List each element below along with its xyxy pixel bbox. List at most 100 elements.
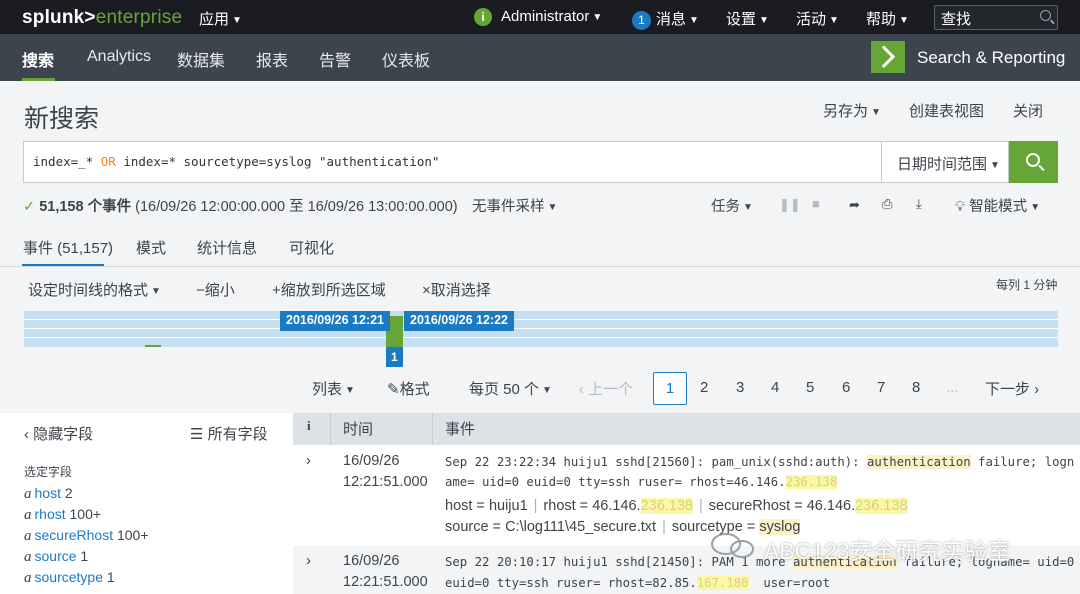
messages-menu[interactable]: 1 消息 ▼ bbox=[632, 8, 699, 30]
page-5[interactable]: 5 bbox=[806, 379, 814, 396]
expand-row-icon[interactable]: › bbox=[306, 552, 311, 569]
securerhost-value[interactable]: 46.146.236.138 bbox=[807, 498, 908, 514]
settings-menu[interactable]: 设置 ▼ bbox=[726, 8, 769, 29]
top-bar: splunk>enterprise 应用 ▼ i Administrator ▼ 1消… bbox=[0, 0, 1080, 34]
find-input[interactable]: 查找 bbox=[934, 5, 1058, 30]
event-raw-line: ame= uid=0 euid=0 tty=ssh ruser= rhost=4… bbox=[445, 475, 838, 489]
host-value[interactable]: huiju1 bbox=[489, 498, 528, 514]
create-table-view-button[interactable]: 创建表视图 bbox=[909, 100, 984, 121]
help-menu[interactable]: 帮助 ▼ bbox=[866, 8, 909, 29]
nav-reports[interactable]: 报表 bbox=[256, 47, 288, 71]
stop-icon[interactable]: ■ bbox=[812, 196, 820, 211]
caret-down-icon: ▼ bbox=[871, 107, 881, 118]
deselect-button[interactable]: ×取消选择 bbox=[422, 279, 491, 300]
page-7[interactable]: 7 bbox=[877, 379, 885, 396]
save-as-menu[interactable]: 另存为 ▼ bbox=[823, 100, 881, 121]
search-mode-menu[interactable]: 💡︎ 智能模式 ▼ bbox=[955, 195, 1040, 216]
print-icon[interactable]: ⎙ bbox=[882, 196, 892, 212]
timeline-chart[interactable] bbox=[24, 311, 1058, 347]
caret-down-icon: ▼ bbox=[232, 15, 242, 26]
health-status-icon: i bbox=[474, 8, 492, 26]
page-8[interactable]: 8 bbox=[912, 379, 920, 396]
timeline-end-tooltip: 2016/09/26 12:22 bbox=[404, 311, 515, 331]
nav-alerts[interactable]: 告警 bbox=[319, 47, 351, 71]
column-divider bbox=[432, 413, 433, 445]
list-view-menu[interactable]: 列表 ▼ bbox=[312, 378, 355, 399]
page-6[interactable]: 6 bbox=[842, 379, 850, 396]
tab-events[interactable]: 事件 (51,157) bbox=[23, 237, 113, 258]
splunk-logo[interactable]: splunk>enterprise bbox=[22, 7, 182, 29]
caret-down-icon: ▼ bbox=[547, 202, 558, 213]
nav-dashboards[interactable]: 仪表板 bbox=[382, 47, 430, 71]
search-query-text: index=_* OR index=* sourcetype=syslog "a… bbox=[33, 154, 440, 169]
event-time: 12:21:51.000 bbox=[343, 574, 428, 590]
caret-down-icon: ▼ bbox=[829, 15, 839, 26]
format-menu[interactable]: ✎格式 bbox=[387, 378, 430, 399]
field-securerhost[interactable]: a secureRhost 100+ bbox=[24, 527, 149, 545]
pause-icon[interactable]: ❚❚ bbox=[779, 197, 801, 213]
watermark-text: ABC123安全研究实验室 bbox=[764, 538, 1011, 564]
page-1[interactable]: 1 bbox=[653, 372, 687, 405]
apps-menu[interactable]: 应用 ▼ bbox=[199, 8, 242, 29]
caret-down-icon: ▼ bbox=[151, 286, 161, 297]
expand-row-icon[interactable]: › bbox=[306, 452, 311, 469]
zoom-to-selection-button[interactable]: +缩放到所选区域 bbox=[272, 279, 386, 300]
tab-statistics[interactable]: 统计信息 bbox=[197, 237, 257, 258]
per-page-menu[interactable]: 每页 50 个 ▼ bbox=[469, 378, 552, 399]
list-icon: ☰ bbox=[190, 426, 208, 443]
lightbulb-icon: 💡︎ bbox=[955, 199, 966, 215]
page-3[interactable]: 3 bbox=[736, 379, 744, 396]
zoom-out-button[interactable]: −缩小 bbox=[196, 279, 235, 300]
field-source[interactable]: a source 1 bbox=[24, 548, 88, 566]
all-fields-button[interactable]: ☰ 所有字段 bbox=[190, 423, 268, 444]
string-type-icon: a bbox=[24, 507, 32, 523]
activity-menu[interactable]: 活动 ▼ bbox=[796, 8, 839, 29]
user-menu[interactable]: i Administrator ▼ bbox=[474, 8, 602, 26]
plus-icon: + bbox=[272, 282, 281, 299]
source-value[interactable]: C:\log111\45_secure.txt bbox=[505, 519, 656, 535]
nav-analytics[interactable]: Analytics bbox=[87, 48, 151, 66]
nav-datasets[interactable]: 数据集 bbox=[177, 47, 225, 71]
share-icon[interactable]: ➦ bbox=[849, 197, 860, 213]
job-menu[interactable]: 任务 ▼ bbox=[711, 195, 753, 216]
event-raw-line: Sep 22 23:22:34 huiju1 sshd[21560]: pam_… bbox=[445, 455, 1075, 469]
column-divider bbox=[330, 413, 331, 445]
caret-down-icon: ▼ bbox=[542, 385, 552, 396]
pager-ellipsis: ... bbox=[946, 379, 959, 396]
page-2[interactable]: 2 bbox=[700, 379, 708, 396]
rhost-value[interactable]: 46.146.236.138 bbox=[592, 498, 693, 514]
chevron-left-icon: ‹ bbox=[24, 426, 34, 443]
search-icon bbox=[1040, 10, 1051, 21]
field-sourcetype[interactable]: a sourcetype 1 bbox=[24, 569, 115, 587]
export-icon[interactable]: ⤓ bbox=[916, 196, 922, 212]
next-page-button[interactable]: 下一步 › bbox=[985, 378, 1039, 399]
nav-search[interactable]: 搜索 bbox=[22, 47, 54, 71]
search-query-input[interactable]: index=_* OR index=* sourcetype=syslog "a… bbox=[23, 141, 1009, 183]
prev-page-button[interactable]: ‹ 上一个 bbox=[579, 378, 633, 399]
hide-fields-button[interactable]: ‹ 隐藏字段 bbox=[24, 423, 93, 444]
string-type-icon: a bbox=[24, 549, 32, 565]
event-time: 12:21:51.000 bbox=[343, 474, 428, 490]
close-icon: × bbox=[422, 282, 431, 299]
field-rhost[interactable]: a rhost 100+ bbox=[24, 506, 101, 524]
column-time-header[interactable]: 时间 bbox=[343, 418, 373, 439]
timeline-format-menu[interactable]: 设定时间线的格式 ▼ bbox=[28, 279, 161, 300]
search-button[interactable] bbox=[1009, 141, 1058, 183]
chevron-left-icon: ‹ bbox=[579, 381, 589, 398]
messages-count-badge: 1 bbox=[632, 11, 651, 30]
string-type-icon: a bbox=[24, 570, 32, 586]
app-name[interactable]: Search & Reporting bbox=[917, 48, 1065, 68]
wechat-logo-icon bbox=[711, 533, 754, 558]
sampling-menu[interactable]: 无事件采样 ▼ bbox=[472, 195, 557, 216]
tab-visualization[interactable]: 可视化 bbox=[289, 237, 334, 258]
page-4[interactable]: 4 bbox=[771, 379, 779, 396]
app-chevron-icon[interactable] bbox=[871, 41, 905, 73]
close-button[interactable]: 关闭 bbox=[1013, 100, 1043, 121]
selected-fields-caption: 选定字段 bbox=[24, 465, 73, 479]
time-range-picker[interactable]: 日期时间范围 ▼ bbox=[881, 141, 1009, 183]
field-host[interactable]: a host 2 bbox=[24, 485, 73, 503]
string-type-icon: a bbox=[24, 486, 32, 502]
timeline-gridline bbox=[24, 328, 1058, 329]
tab-patterns[interactable]: 模式 bbox=[136, 237, 166, 258]
timeline-bar[interactable] bbox=[145, 345, 161, 347]
